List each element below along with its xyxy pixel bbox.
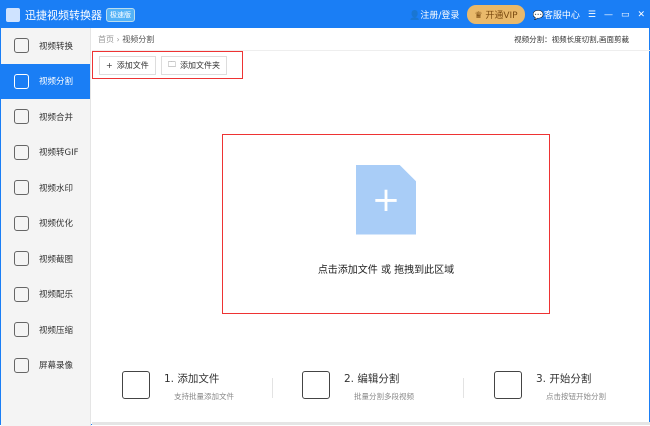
split-step-icon: [302, 371, 330, 399]
feature-hint: 视频分割：视频长度切割,画面剪裁: [514, 35, 629, 44]
sidebar-item-icon: [14, 357, 29, 373]
add-file-step-icon: [122, 371, 150, 399]
sidebar-item[interactable]: 视频优化: [1, 206, 90, 242]
step-desc: 点击按钮开始分割: [546, 392, 606, 401]
sidebar-item-label: 视频配乐: [39, 290, 74, 301]
step-title: 2. 编辑分割: [344, 373, 400, 385]
drop-zone-text: 点击添加文件 或 拖拽到此区域: [317, 264, 455, 276]
breadcrumb-home[interactable]: 首页: [98, 35, 114, 44]
plus-icon: +: [106, 61, 113, 70]
minimize-button[interactable]: —: [604, 10, 613, 20]
sidebar-item[interactable]: 视频合并: [1, 99, 90, 135]
edition-badge: 极速版: [106, 7, 135, 22]
sidebar-item[interactable]: 屏幕录像: [1, 348, 90, 384]
menu-icon[interactable]: ☰: [588, 10, 596, 20]
step-start-split: 3. 开始分割点击按钮开始分割: [494, 371, 606, 402]
step-add-file: 1. 添加文件支持批量添加文件: [122, 371, 234, 402]
clapper-play-icon: [494, 371, 522, 399]
sidebar-item-label: 视频水印: [39, 183, 74, 194]
folder-icon: 🗀: [168, 59, 176, 69]
sidebar-item-icon: [14, 251, 29, 267]
title-bar: 迅捷视频转换器 极速版 👤注册/登录 ♛ 开通VIP 💬客服中心 ☰ — ▭ ✕: [1, 1, 650, 28]
sidebar-item-icon: [14, 109, 29, 125]
sidebar-item-icon: [14, 144, 29, 160]
sidebar-item-label: 视频截图: [39, 254, 74, 265]
app-title: 迅捷视频转换器: [25, 8, 102, 22]
sidebar-item[interactable]: 视频配乐: [1, 277, 90, 313]
add-file-icon: +: [356, 164, 416, 235]
sidebar-item[interactable]: 视频转换: [1, 28, 90, 64]
sidebar-item-label: 视频转换: [39, 41, 74, 52]
sidebar-item-icon: [14, 286, 29, 302]
step-edit-split: 2. 编辑分割批量分割多段视频: [302, 371, 414, 402]
add-file-button[interactable]: + 添加文件: [99, 56, 156, 75]
sidebar-item-label: 视频分割: [39, 77, 74, 88]
divider: [272, 378, 273, 398]
sidebar-item-label: 屏幕录像: [39, 361, 74, 372]
breadcrumb-current: 视频分割: [122, 35, 155, 44]
divider: [463, 378, 464, 398]
sidebar-item[interactable]: 视频压缩: [1, 312, 90, 348]
sidebar-item-icon: [14, 322, 29, 338]
login-link[interactable]: 👤注册/登录: [409, 8, 459, 21]
sidebar-item[interactable]: 视频截图: [1, 241, 90, 277]
sidebar-item-label: 视频合并: [39, 112, 74, 123]
sidebar-item-label: 视频转GIF: [39, 148, 79, 159]
step-desc: 支持批量添加文件: [174, 392, 234, 401]
add-folder-button[interactable]: 🗀 添加文件夹: [161, 56, 227, 75]
user-icon: 👤: [409, 11, 421, 21]
breadcrumb-separator: ›: [116, 35, 120, 44]
maximize-button[interactable]: ▭: [621, 10, 630, 20]
close-button[interactable]: ✕: [637, 10, 645, 20]
sidebar: 视频转换视频分割视频合并视频转GIF 视频水印视频优化视频截图视频配乐视频压缩屏幕…: [1, 28, 91, 426]
step-title: 1. 添加文件: [164, 373, 220, 385]
chat-icon: 💬: [532, 11, 544, 21]
vip-button[interactable]: ♛ 开通VIP: [467, 5, 525, 24]
step-title: 3. 开始分割: [536, 373, 592, 385]
drop-zone[interactable]: + 点击添加文件 或 拖拽到此区域: [222, 134, 550, 314]
sidebar-item-icon: [14, 215, 29, 231]
sidebar-item-label: 视频压缩: [39, 325, 74, 336]
sidebar-item[interactable]: 视频分割: [1, 63, 90, 99]
sidebar-item-icon: [14, 73, 29, 89]
sidebar-item-label: 视频优化: [39, 219, 74, 230]
sidebar-item-icon: [14, 180, 29, 196]
crown-icon: ♛: [474, 11, 486, 21]
sidebar-item[interactable]: 视频转GIF: [1, 135, 90, 171]
sidebar-item[interactable]: 视频水印: [1, 170, 90, 206]
step-desc: 批量分割多段视频: [354, 392, 414, 401]
app-logo-icon: [6, 7, 20, 22]
sidebar-item-icon: [14, 38, 29, 54]
breadcrumb: 首页 › 视频分割: [98, 34, 154, 45]
service-link[interactable]: 💬客服中心: [533, 8, 580, 21]
